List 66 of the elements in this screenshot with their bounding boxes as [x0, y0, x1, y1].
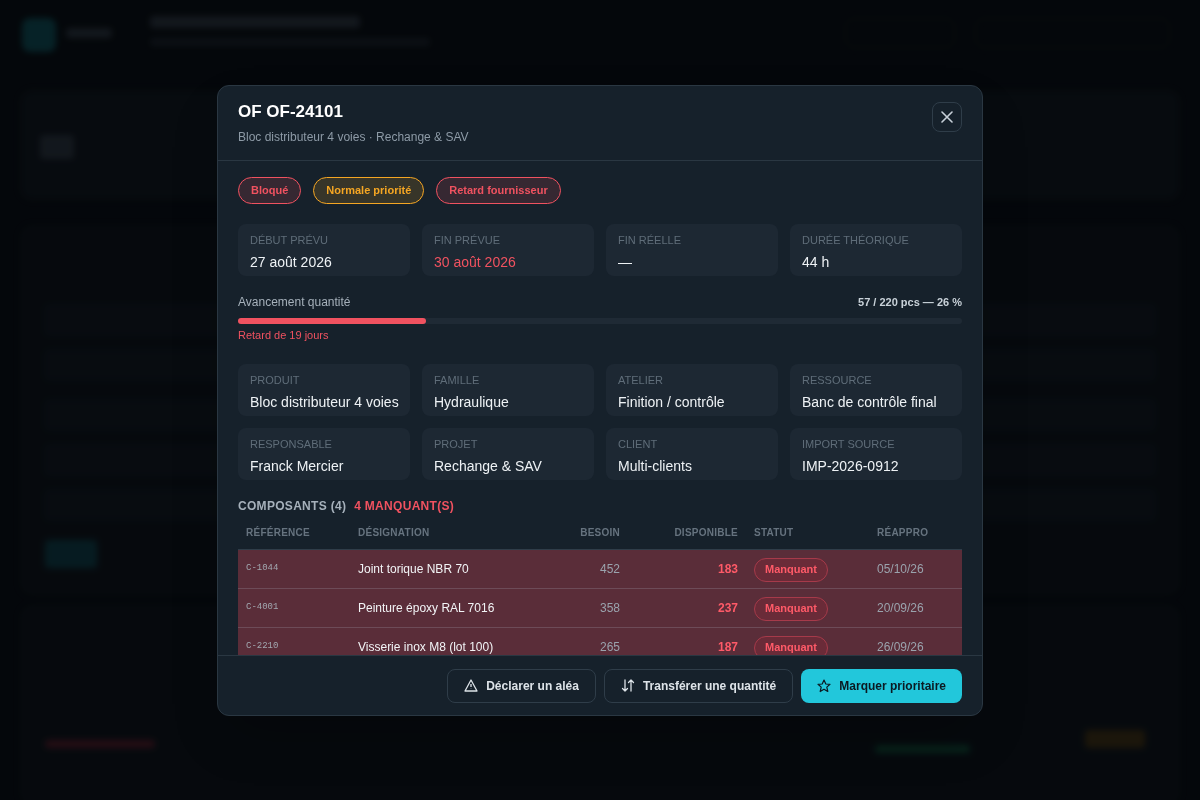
table-cell-text: 20/09/26 [876, 600, 925, 617]
dialog-subtitle: Bloc distributeur 4 voies · Rechange & SAV [238, 129, 469, 146]
card-value: Multi-clients [618, 456, 693, 476]
table-cell-text: 237 [716, 600, 738, 617]
close-button[interactable] [932, 102, 962, 132]
column-header: BESOIN [579, 526, 620, 540]
card-value: 27 août 2026 [250, 252, 333, 272]
column-header: DÉSIGNATION [358, 525, 431, 540]
card-label: CLIENT [618, 437, 659, 452]
card-label: PROJET [434, 437, 479, 452]
card-value: Bloc distributeur 4 voies [250, 392, 398, 412]
section-title: COMPOSANTS (4) [238, 498, 347, 514]
card-label: RESSOURCE [802, 373, 873, 388]
table-cell-text: C-2210 [246, 640, 280, 654]
delay-note: Retard de 19 jours [238, 328, 330, 342]
card-value: Hydraulique [434, 392, 510, 412]
table-cell-text: 183 [716, 561, 738, 578]
status-badge: Bloqué [238, 177, 302, 204]
action-button[interactable]: Déclarer un aléa [447, 668, 596, 703]
card-label: DURÉE THÉORIQUE [802, 233, 910, 248]
card-label: ATELIER [618, 373, 665, 388]
missing-count: 4 MANQUANT(S) [354, 498, 455, 514]
status-badge: Manquant [754, 635, 828, 655]
warning-icon [464, 679, 479, 692]
status-badge: Manquant [754, 596, 828, 621]
card-value: Banc de contrôle final [802, 392, 938, 412]
status-badge: Normale priorité [313, 177, 425, 204]
table-cell-text: 358 [598, 600, 620, 617]
dialog-title: OF OF-24101 [238, 102, 344, 122]
status-badge: Retard fournisseur [436, 177, 561, 204]
star-icon [817, 678, 832, 693]
table-cell-text: 187 [716, 639, 738, 655]
card-value: Rechange & SAV [434, 456, 543, 476]
progress-reading: 57 / 220 pcs — 26 % [858, 295, 962, 310]
card-label: PRODUIT [250, 373, 301, 388]
card-value: Finition / contrôle [618, 392, 726, 412]
card-value: 30 août 2026 [434, 252, 517, 272]
status-badge: Manquant [754, 557, 828, 582]
table-cell-text: 265 [598, 639, 620, 655]
table-cell-text: 452 [598, 561, 620, 578]
progress-label: Avancement quantité [238, 294, 351, 310]
column-header: RÉFÉRENCE [246, 525, 311, 540]
action-button[interactable]: Marquer prioritaire [801, 668, 962, 703]
card-label: DÉBUT PRÉVU [250, 233, 330, 248]
column-header: RÉAPPRO [876, 525, 930, 540]
card-value: 44 h [802, 252, 831, 272]
card-label: FIN PRÉVUE [434, 233, 501, 248]
table-cell-text: 05/10/26 [876, 561, 925, 578]
table-cell-text: 26/09/26 [876, 639, 925, 655]
swap-arrows-icon [620, 679, 635, 692]
card-label: RESPONSABLE [250, 437, 333, 452]
column-header: DISPONIBLE [673, 526, 738, 540]
card-label: FIN RÉELLE [618, 233, 682, 248]
action-button[interactable]: Transférer une quantité [603, 668, 794, 703]
card-label: FAMILLE [434, 373, 481, 388]
card-value: IMP-2026-0912 [802, 456, 900, 476]
table-cell-text: Joint torique NBR 70 [358, 561, 470, 578]
card-value: Franck Mercier [250, 456, 345, 476]
card-value: — [618, 252, 633, 272]
close-icon [941, 111, 953, 123]
table-cell-text: C-4001 [246, 601, 280, 615]
table-cell-text: Visserie inox M8 (lot 100) [358, 639, 495, 655]
table-cell-text: Peinture époxy RAL 7016 [358, 600, 496, 617]
table-cell-text: C-1044 [246, 562, 280, 576]
column-header: STATUT [753, 526, 795, 540]
card-label: IMPORT SOURCE [802, 437, 896, 452]
